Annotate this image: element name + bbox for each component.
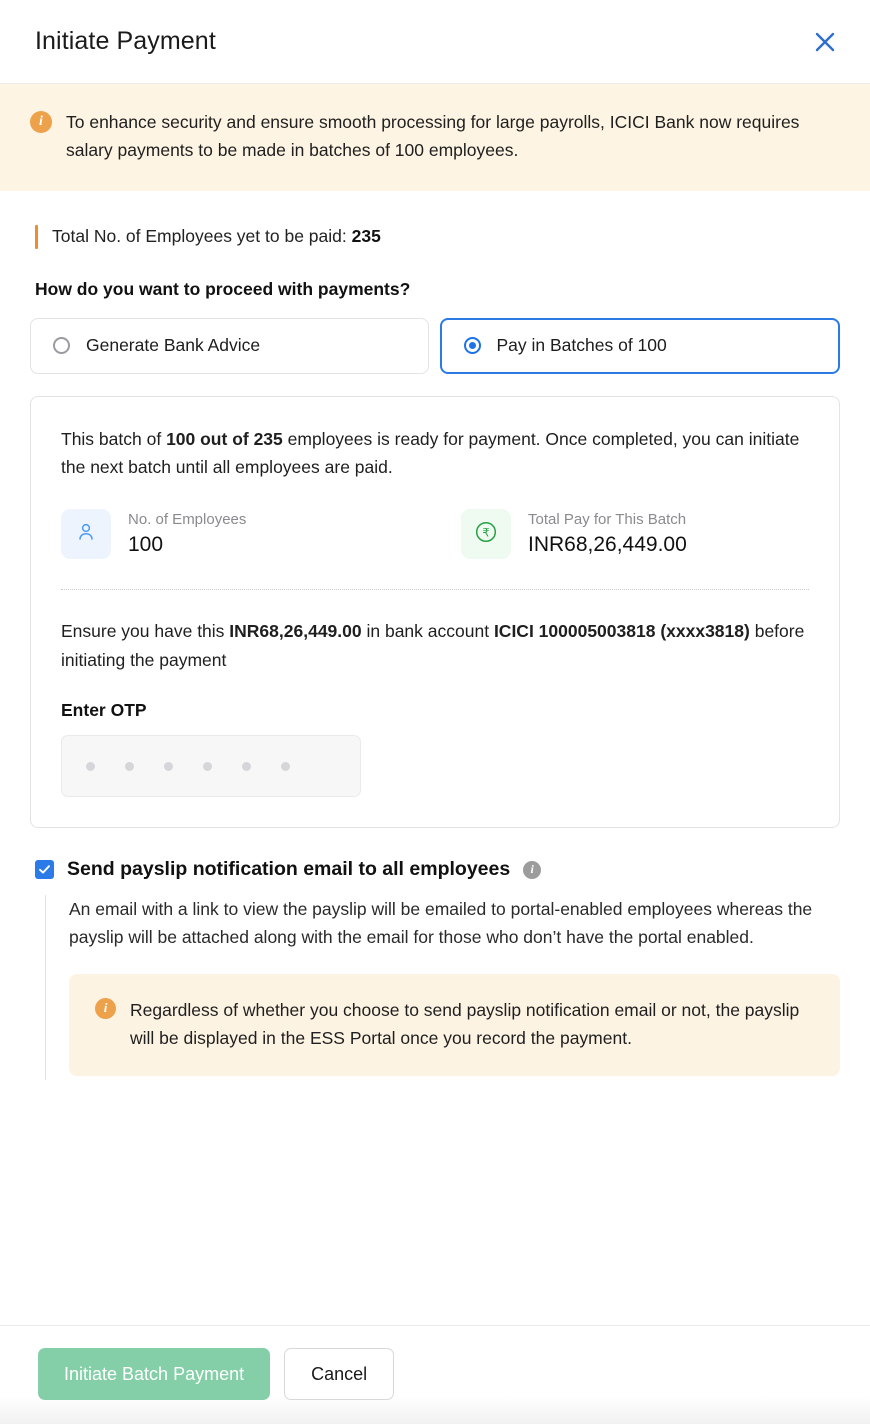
payslip-notification-header: Send payslip notification email to all e…	[35, 858, 840, 881]
batch-stats: No. of Employees 100 ₹ Total Pay for Thi…	[61, 509, 809, 560]
security-notice-banner: i To enhance security and ensure smooth …	[0, 84, 870, 191]
total-employees-text: Total No. of Employees yet to be paid:	[52, 226, 352, 247]
stat-employees-text: No. of Employees 100	[128, 511, 246, 557]
page-title: Initiate Payment	[35, 27, 216, 55]
payslip-notification-description: An email with a link to view the payslip…	[69, 899, 813, 948]
otp-dot	[125, 761, 134, 771]
total-employees-value: 235	[351, 226, 381, 247]
employee-icon-tile	[61, 509, 111, 560]
rupee-icon: ₹	[473, 519, 499, 550]
cancel-button[interactable]: Cancel	[284, 1348, 395, 1400]
ess-portal-notice-banner: i Regardless of whether you choose to se…	[69, 973, 840, 1077]
info-icon[interactable]: i	[523, 860, 542, 879]
stat-label-employees: No. of Employees	[128, 511, 247, 529]
ensure-amount: INR68,26,449.00	[229, 621, 362, 642]
divider	[61, 589, 809, 591]
otp-dot	[164, 761, 173, 771]
stat-value-employees: 100	[128, 533, 164, 557]
close-button[interactable]	[808, 25, 842, 59]
payslip-notification-section: Send payslip notification email to all e…	[30, 858, 840, 1081]
batch-desc-count: 100 out of 235	[166, 428, 283, 449]
option-generate-bank-advice[interactable]: Generate Bank Advice	[30, 317, 429, 374]
otp-dot	[242, 761, 251, 771]
otp-input[interactable]	[61, 735, 361, 798]
payslip-notification-label: Send payslip notification email to all e…	[67, 858, 511, 881]
ess-portal-notice-text: Regardless of whether you choose to send…	[130, 999, 800, 1049]
ensure-balance-text: Ensure you have this INR68,26,449.00 in …	[61, 617, 809, 674]
batch-details-card: This batch of 100 out of 235 employees i…	[30, 395, 840, 829]
stat-value-total-pay: INR68,26,449.00	[528, 533, 687, 557]
stat-employees: No. of Employees 100	[61, 509, 461, 560]
close-icon	[814, 31, 836, 53]
initiate-payment-modal: Initiate Payment i To enhance security a…	[0, 0, 870, 1424]
accent-bar	[35, 224, 38, 249]
otp-dot	[203, 761, 212, 771]
initiate-batch-payment-button[interactable]: Initiate Batch Payment	[38, 1348, 271, 1400]
proceed-question: How do you want to proceed with payments…	[35, 278, 411, 299]
info-icon: i	[95, 997, 116, 1019]
otp-dot	[281, 761, 290, 771]
employee-icon	[74, 520, 98, 549]
otp-label: Enter OTP	[61, 700, 147, 721]
total-employees-row: Total No. of Employees yet to be paid: 2…	[30, 224, 840, 249]
option-label-pay-batches: Pay in Batches of 100	[496, 335, 667, 356]
payslip-notification-checkbox[interactable]	[35, 860, 54, 880]
payment-method-options: Generate Bank Advice Pay in Batches of 1…	[30, 317, 840, 374]
svg-text:₹: ₹	[482, 525, 489, 539]
stat-label-total-pay: Total Pay for This Batch	[528, 511, 687, 529]
rupee-icon-tile: ₹	[461, 509, 511, 560]
radio-selected-icon[interactable]	[463, 337, 481, 355]
modal-header: Initiate Payment	[0, 0, 870, 84]
payslip-notification-body: An email with a link to view the payslip…	[45, 895, 840, 1081]
ensure-prefix: Ensure you have this	[61, 621, 230, 642]
ensure-mid: in bank account	[361, 621, 494, 642]
security-notice-text: To enhance security and ensure smooth pr…	[66, 112, 800, 161]
batch-description: This batch of 100 out of 235 employees i…	[61, 425, 809, 482]
option-label-bank-advice: Generate Bank Advice	[86, 335, 261, 356]
modal-body: Total No. of Employees yet to be paid: 2…	[0, 191, 870, 1325]
ensure-bank-account: ICICI 100005003818 (xxxx3818)	[493, 621, 750, 642]
total-employees-label: Total No. of Employees yet to be paid: 2…	[52, 226, 381, 247]
option-pay-in-batches[interactable]: Pay in Batches of 100	[439, 317, 840, 374]
batch-desc-prefix: This batch of	[61, 428, 167, 449]
stat-total-pay-text: Total Pay for This Batch INR68,26,449.00	[528, 511, 687, 557]
otp-dot	[86, 761, 95, 771]
modal-footer: Initiate Batch Payment Cancel	[0, 1325, 870, 1424]
stat-total-pay: ₹ Total Pay for This Batch INR68,26,449.…	[461, 509, 687, 560]
info-icon: i	[30, 111, 52, 133]
radio-unselected-icon[interactable]	[53, 337, 70, 355]
